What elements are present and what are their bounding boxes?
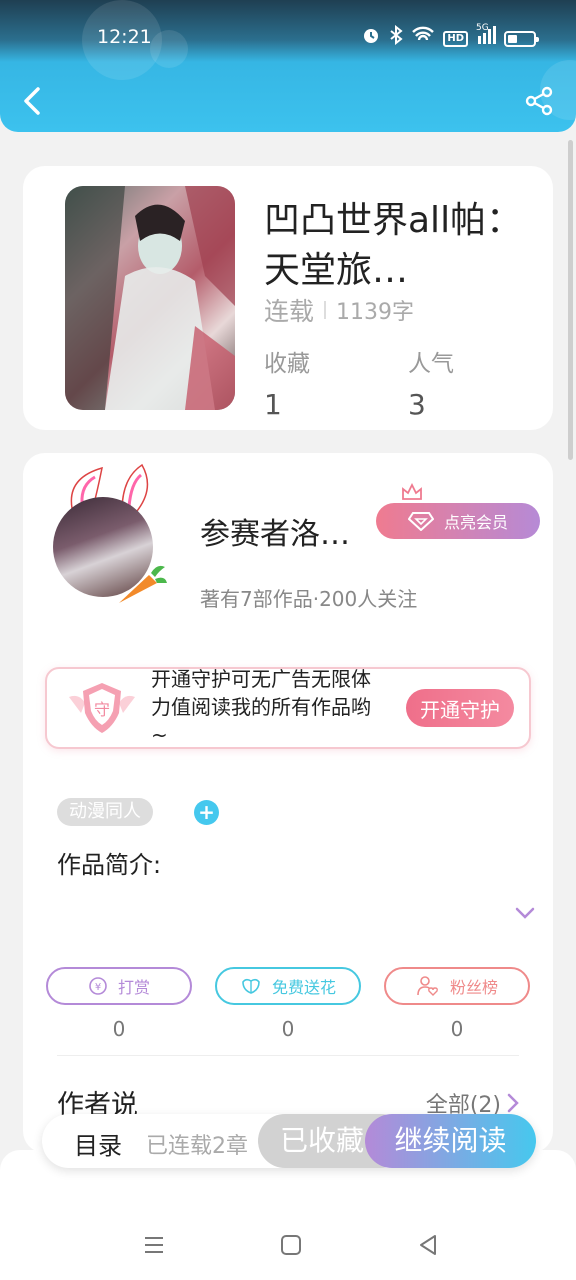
menu-icon[interactable] [141, 1232, 167, 1258]
fans-count: 0 [450, 1017, 464, 1041]
reading-bar: 目录 已连载2章 已收藏 继续阅读 [42, 1114, 536, 1168]
guard-text: 开通守护可无广告无限体力值阅读我的所有作品哟~ [151, 667, 371, 747]
guard-badge-char: 守 [94, 700, 110, 719]
favorites-label: 收藏 [264, 351, 310, 377]
coin-icon: ¥ [89, 977, 107, 995]
tip-count: 0 [112, 1017, 126, 1041]
guard-banner[interactable]: 守 开通守护可无广告无限体力值阅读我的所有作品哟~ 开通守护 [45, 667, 531, 749]
author-stats: 著有7部作品·200人关注 [200, 587, 418, 611]
share-button[interactable] [524, 86, 554, 116]
continue-reading-button[interactable]: 继续阅读 [365, 1114, 536, 1168]
flower-count: 0 [281, 1017, 295, 1041]
crown-icon [402, 483, 422, 500]
open-guard-button[interactable]: 开通守护 [406, 689, 514, 727]
book-cover[interactable] [65, 186, 235, 410]
tip-button[interactable]: ¥ 打赏 [46, 967, 192, 1005]
popularity-label: 人气 [408, 351, 454, 377]
book-title: 凹凸世界all帕：天堂旅… [264, 200, 523, 291]
flower-button[interactable]: 免费送花 [215, 967, 361, 1005]
intro-label: 作品简介: [57, 851, 162, 879]
book-status: 连载 [264, 297, 315, 326]
popularity-value: 3 [408, 388, 426, 421]
chevron-right-icon [507, 1093, 519, 1113]
bluetooth-icon [389, 24, 403, 52]
status-time: 12:21 [97, 26, 152, 48]
scrollbar[interactable] [568, 140, 573, 460]
header-bar: 12:21 HD 5G [0, 0, 576, 132]
system-nav-bar [0, 1222, 576, 1268]
chapter-count: 已连载2章 [146, 1134, 248, 1159]
divider [324, 301, 327, 319]
category-tag[interactable]: 动漫同人 [57, 798, 153, 826]
signal-icon: 5G [476, 24, 496, 53]
status-icons: HD 5G [361, 24, 539, 53]
author-panel: 参赛者洛… 点亮会员 著有7部作品·200人关注 守 开通守护可无广告无限体力值… [23, 453, 553, 1153]
word-count: 1139字 [336, 300, 415, 325]
battery-icon [504, 30, 539, 47]
book-meta: 连载 1139字 [264, 292, 414, 328]
wifi-icon [411, 25, 435, 52]
home-icon[interactable] [278, 1232, 304, 1258]
vip-button-label: 点亮会员 [443, 513, 508, 532]
author-name[interactable]: 参赛者洛… [200, 509, 370, 553]
guard-shield-icon: 守 [69, 683, 135, 733]
decor-bubble [150, 30, 188, 68]
fans-rank-button[interactable]: 粉丝榜 [384, 967, 530, 1005]
diamond-icon [407, 512, 434, 531]
chevron-down-icon[interactable] [514, 905, 536, 921]
add-tag-button[interactable]: + [194, 800, 219, 825]
signal-label: 5G [476, 23, 489, 33]
divider [57, 1055, 519, 1056]
vip-button[interactable]: 点亮会员 [376, 503, 540, 539]
alarm-icon [361, 25, 381, 52]
carrot-decoration [119, 565, 167, 603]
hd-icon: HD [443, 30, 468, 47]
svg-text:¥: ¥ [95, 982, 101, 993]
user-heart-icon [417, 976, 438, 996]
flower-label: 免费送花 [271, 978, 336, 997]
flower-icon [242, 978, 260, 994]
chevron-left-icon [24, 87, 40, 115]
back-nav-icon[interactable] [415, 1232, 441, 1258]
tip-label: 打赏 [117, 978, 150, 997]
back-button[interactable] [18, 86, 48, 116]
fans-rank-label: 粉丝榜 [449, 978, 498, 997]
share-icon [525, 86, 553, 116]
toc-button[interactable]: 目录 [74, 1126, 122, 1161]
favorites-value: 1 [264, 388, 282, 421]
book-info-card: 凹凸世界all帕：天堂旅… 连载 1139字 收藏 1 人气 3 [23, 166, 553, 430]
